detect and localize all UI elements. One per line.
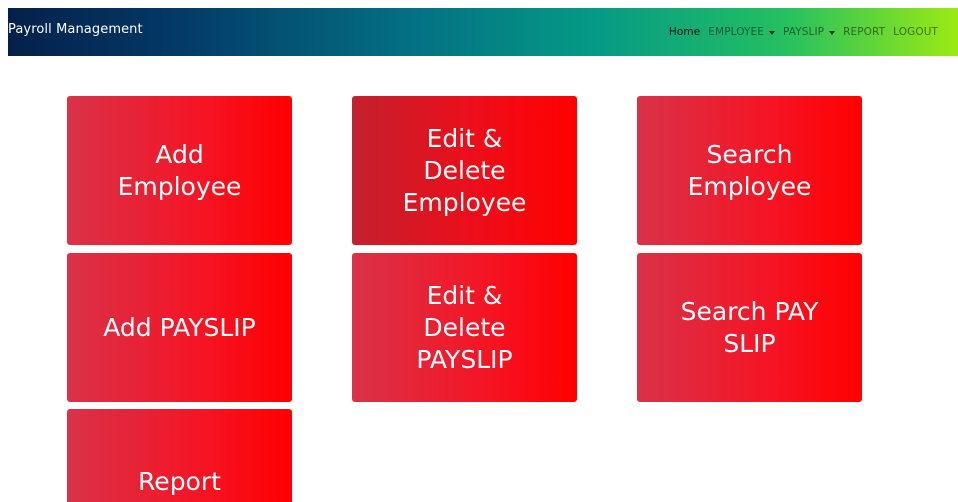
nav-payslip-label: PAYSLIP <box>782 26 825 38</box>
nav-home-link[interactable]: Home <box>669 26 700 38</box>
add-employee-tile[interactable]: Add Employee <box>67 96 292 245</box>
search-payslip-label: Search PAY SLIP <box>680 296 819 358</box>
edit-delete-payslip-tile[interactable]: Edit & Delete PAYSLIP <box>352 253 577 402</box>
nav-links: Home EMPLOYEE PAYSLIP REPORT LOGOUT <box>669 26 938 38</box>
nav-report-link[interactable]: REPORT <box>843 26 885 38</box>
edit-delete-payslip-label: Edit & Delete PAYSLIP <box>416 280 513 374</box>
edit-delete-employee-label: Edit & Delete Employee <box>402 123 527 217</box>
nav-report-label: REPORT <box>843 26 886 38</box>
edit-delete-employee-tile[interactable]: Edit & Delete Employee <box>352 96 577 245</box>
nav-employee-label: EMPLOYEE <box>708 26 764 38</box>
report-tile[interactable]: Report <box>67 409 292 502</box>
caret-down-icon <box>829 30 836 35</box>
add-employee-label: Add Employee <box>117 139 242 201</box>
search-employee-tile[interactable]: Search Employee <box>637 96 862 245</box>
add-payslip-tile[interactable]: Add PAYSLIP <box>67 253 292 402</box>
page: Payroll Management Home EMPLOYEE PAYSLIP… <box>0 0 958 502</box>
nav-employee-dropdown[interactable]: EMPLOYEE <box>708 26 775 38</box>
nav-logout-link[interactable]: LOGOUT <box>893 26 938 38</box>
nav-home-label: Home <box>668 26 701 38</box>
brand-title[interactable]: Payroll Management <box>8 22 143 37</box>
caret-down-icon <box>768 30 775 35</box>
search-payslip-tile[interactable]: Search PAY SLIP <box>637 253 862 402</box>
nav-logout-label: LOGOUT <box>893 26 938 38</box>
nav-payslip-dropdown[interactable]: PAYSLIP <box>782 26 836 38</box>
report-label: Report <box>138 467 221 496</box>
add-payslip-label: Add PAYSLIP <box>103 312 256 342</box>
search-employee-label: Search Employee <box>687 139 812 201</box>
top-navbar: Payroll Management Home EMPLOYEE PAYSLIP… <box>8 8 958 56</box>
